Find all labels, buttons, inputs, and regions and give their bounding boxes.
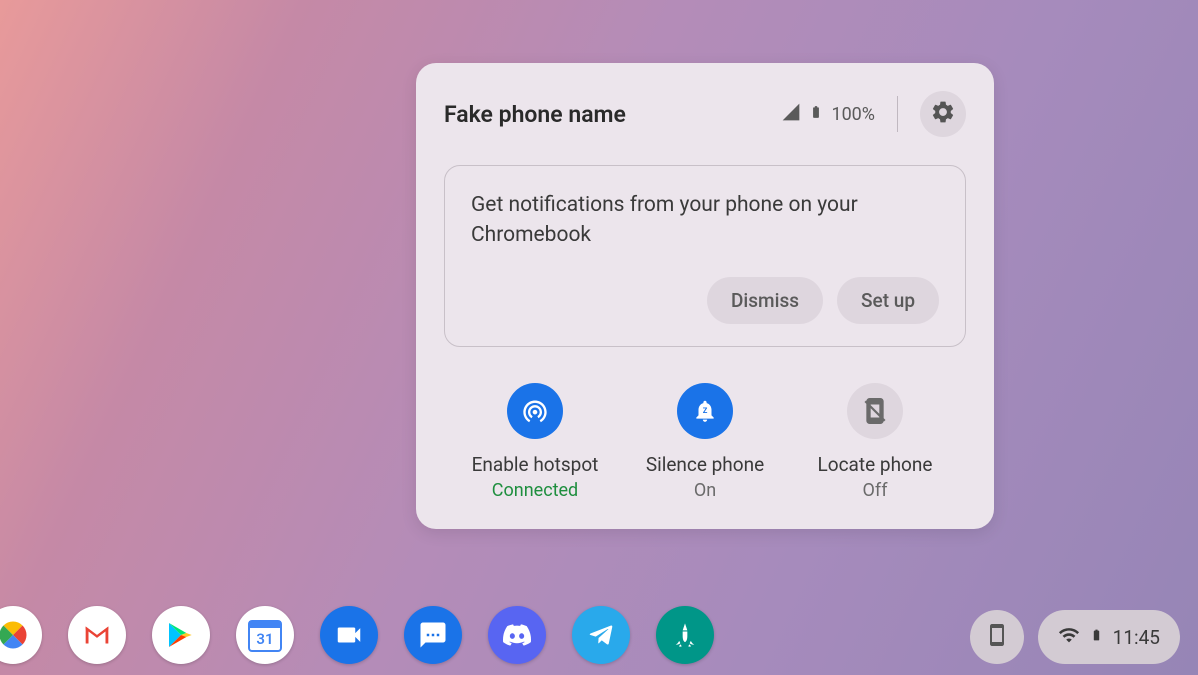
- wifi-icon: [1058, 624, 1080, 650]
- app-photos[interactable]: [0, 606, 42, 664]
- enable-hotspot-tile[interactable]: Enable hotspot Connected: [450, 383, 620, 501]
- settings-button[interactable]: [920, 91, 966, 137]
- tile-status: Connected: [492, 480, 578, 501]
- locate-phone-tile[interactable]: Locate phone Off: [790, 383, 960, 501]
- tile-label: Silence phone: [646, 453, 764, 476]
- notification-actions: Dismiss Set up: [471, 277, 939, 324]
- phone-status-icons: 100%: [781, 91, 966, 137]
- dismiss-button[interactable]: Dismiss: [707, 277, 823, 324]
- phone-hub-panel: Fake phone name 100% Get notifications f…: [416, 63, 994, 529]
- hotspot-icon: [507, 383, 563, 439]
- setup-button[interactable]: Set up: [837, 277, 939, 324]
- divider: [897, 96, 898, 132]
- app-gmail[interactable]: [68, 606, 126, 664]
- app-squid[interactable]: [656, 606, 714, 664]
- shelf-right: 11:45: [970, 610, 1180, 664]
- app-play-store[interactable]: [152, 606, 210, 664]
- quick-action-tiles: Enable hotspot Connected Z Silence phone…: [444, 383, 966, 501]
- tile-status: On: [694, 480, 716, 501]
- tile-status: Off: [863, 480, 888, 501]
- locate-icon: [847, 383, 903, 439]
- shelf-apps: 31: [0, 606, 714, 664]
- svg-text:Z: Z: [703, 406, 708, 415]
- phone-hub-button[interactable]: [970, 610, 1024, 664]
- phone-icon: [985, 623, 1009, 651]
- phone-name: Fake phone name: [444, 101, 781, 128]
- app-discord[interactable]: [488, 606, 546, 664]
- signal-icon: [781, 102, 801, 126]
- gear-icon: [930, 99, 956, 129]
- svg-text:31: 31: [256, 630, 273, 648]
- app-messages[interactable]: [404, 606, 462, 664]
- battery-icon: [809, 101, 823, 127]
- silence-icon: Z: [677, 383, 733, 439]
- clock: 11:45: [1113, 626, 1160, 649]
- notification-card: Get notifications from your phone on you…: [444, 165, 966, 347]
- shelf: 31: [0, 595, 1198, 675]
- app-telegram[interactable]: [572, 606, 630, 664]
- app-calendar[interactable]: 31: [236, 606, 294, 664]
- status-area[interactable]: 11:45: [1038, 610, 1180, 664]
- tile-label: Locate phone: [818, 453, 933, 476]
- silence-phone-tile[interactable]: Z Silence phone On: [620, 383, 790, 501]
- battery-icon: [1090, 625, 1103, 649]
- notification-text: Get notifications from your phone on you…: [471, 190, 939, 251]
- tile-label: Enable hotspot: [472, 453, 599, 476]
- battery-percentage: 100%: [831, 104, 875, 125]
- panel-header: Fake phone name 100%: [444, 91, 966, 137]
- app-duo[interactable]: [320, 606, 378, 664]
